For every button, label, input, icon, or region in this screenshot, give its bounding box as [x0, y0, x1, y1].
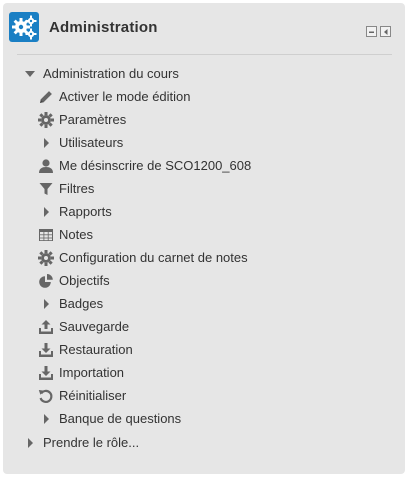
menu-item-label: Rapports: [59, 204, 112, 219]
menu-item-label: Réinitialiser: [59, 388, 127, 403]
menu-item-label: Me désinscrire de SCO1200_608: [59, 158, 252, 173]
caret-down-icon: [21, 65, 39, 83]
menu-item-grades[interactable]: Notes: [37, 225, 93, 245]
caret-right-icon: [37, 134, 55, 152]
administration-block: Administration Administration du cours A…: [3, 3, 405, 474]
user-icon: [37, 157, 55, 175]
filter-icon: [37, 180, 55, 198]
menu-item-label: Badges: [59, 296, 104, 311]
menu-item-label: Banque de questions: [59, 411, 182, 426]
menu-item-unenrol[interactable]: Me désinscrire de SCO1200_608: [37, 156, 251, 176]
refresh-icon: [37, 387, 55, 405]
pie-chart-icon: [37, 272, 55, 290]
menu-item-settings[interactable]: Paramètres: [37, 110, 126, 130]
menu-item-outcomes[interactable]: Objectifs: [37, 271, 110, 291]
menu-item-label: Utilisateurs: [59, 135, 124, 150]
block-header: Administration: [3, 3, 405, 55]
pencil-icon: [37, 88, 55, 106]
menu-item-users[interactable]: Utilisateurs: [37, 133, 123, 153]
menu-item-label: Objectifs: [59, 273, 110, 288]
menu-item-label: Importation: [59, 365, 125, 380]
menu-item-edit-mode[interactable]: Activer le mode édition: [37, 87, 191, 107]
menu-item-import[interactable]: Importation: [37, 363, 124, 383]
menu-item-reports[interactable]: Rapports: [37, 202, 112, 222]
menu-item-reset[interactable]: Réinitialiser: [37, 386, 126, 406]
gears-icon: [9, 12, 39, 42]
menu-item-label: Activer le mode édition: [59, 89, 191, 104]
menu-item-label: Filtres: [59, 181, 95, 196]
tree-node-label: Prendre le rôle...: [43, 435, 140, 450]
menu-item-backup[interactable]: Sauvegarde: [37, 317, 129, 337]
upload-icon: [37, 318, 55, 336]
menu-item-label: Notes: [59, 227, 93, 242]
menu-item-label: Sauvegarde: [59, 319, 130, 334]
menu-item-question-bank[interactable]: Banque de questions: [37, 409, 181, 429]
tree-node-course-admin[interactable]: Administration du cours: [21, 64, 179, 84]
menu-item-badges[interactable]: Badges: [37, 294, 103, 314]
caret-right-icon: [37, 410, 55, 428]
menu-item-label: Paramètres: [59, 112, 127, 127]
menu-item-label: Restauration: [59, 342, 133, 357]
gear-icon: [37, 111, 55, 129]
header-divider: [17, 54, 392, 55]
table-icon: [37, 226, 55, 244]
minimize-icon[interactable]: [366, 26, 377, 37]
menu-item-label: Configuration du carnet de notes: [59, 250, 248, 265]
caret-right-icon: [21, 434, 39, 452]
tree-node-label: Administration du cours: [43, 66, 179, 81]
gear-icon: [37, 249, 55, 267]
menu-item-filters[interactable]: Filtres: [37, 179, 94, 199]
dock-icon[interactable]: [380, 26, 391, 37]
download-icon: [37, 341, 55, 359]
tree-node-switch-role[interactable]: Prendre le rôle...: [21, 433, 139, 453]
download-icon: [37, 364, 55, 382]
caret-right-icon: [37, 295, 55, 313]
menu-item-gradebook-setup[interactable]: Configuration du carnet de notes: [37, 248, 248, 268]
block-title: Administration: [49, 19, 158, 36]
caret-right-icon: [37, 203, 55, 221]
menu-item-restore[interactable]: Restauration: [37, 340, 133, 360]
